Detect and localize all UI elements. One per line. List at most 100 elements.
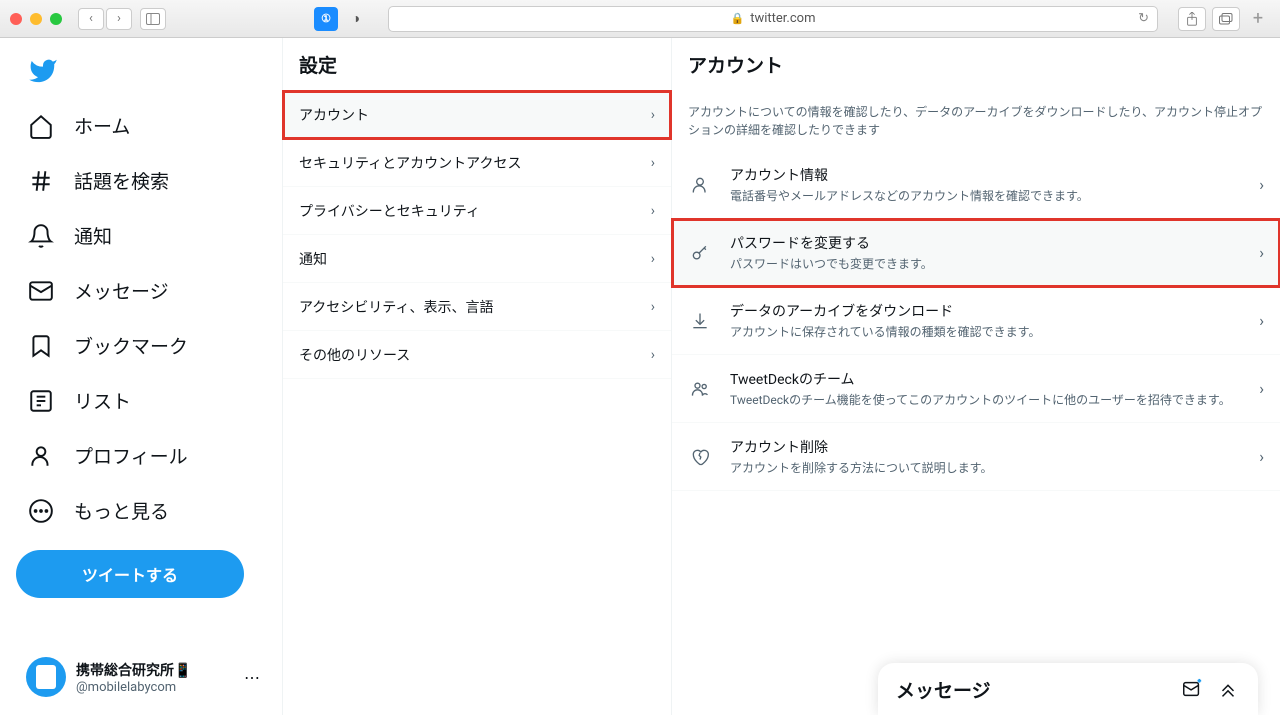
new-message-icon[interactable] [1180, 677, 1204, 701]
detail-title: パスワードを変更する [730, 233, 1241, 253]
settings-item-account[interactable]: アカウント › [283, 91, 671, 139]
settings-item-label: アカウント [299, 105, 369, 125]
profile-menu[interactable]: 携帯総合研究所📱 @mobilelabycom ⋯ [16, 649, 270, 705]
back-button[interactable]: ‹ [78, 8, 104, 30]
maximize-window[interactable] [50, 13, 62, 25]
nav-label: もっと見る [74, 497, 169, 524]
detail-column: アカウント アカウントについての情報を確認したり、データのアーカイブをダウンロー… [672, 38, 1280, 715]
settings-item-notifications[interactable]: 通知 › [283, 235, 671, 283]
detail-title: アカウント削除 [730, 437, 1241, 457]
url-text: twitter.com [750, 11, 815, 26]
hash-icon [28, 168, 54, 194]
avatar [26, 657, 66, 697]
chevron-right-icon: › [651, 203, 655, 219]
chevron-right-icon: › [1259, 311, 1264, 330]
close-window[interactable] [10, 13, 22, 25]
detail-sub: パスワードはいつでも変更できます。 [730, 255, 1241, 272]
nav-explore[interactable]: 話題を検索 [16, 155, 270, 206]
chevron-right-icon: › [651, 299, 655, 315]
sidebar-toggle[interactable] [140, 8, 166, 30]
list-icon [28, 388, 54, 414]
nav-buttons: ‹ › [78, 8, 166, 30]
settings-column: 設定 アカウント › セキュリティとアカウントアクセス › プライバシーとセキュ… [282, 38, 672, 715]
bookmark-icon [28, 333, 54, 359]
key-icon [688, 241, 712, 265]
detail-item-tweetdeck-teams[interactable]: TweetDeckのチーム TweetDeckのチーム機能を使ってこのアカウント… [672, 355, 1280, 423]
chevron-right-icon: › [1259, 175, 1264, 194]
profile-handle: @mobilelabycom [76, 680, 234, 695]
nav-notifications[interactable]: 通知 [16, 210, 270, 261]
expand-up-icon[interactable] [1216, 677, 1240, 701]
nav-label: メッセージ [74, 277, 169, 304]
nav-label: ホーム [74, 112, 130, 139]
nav-messages[interactable]: メッセージ [16, 265, 270, 316]
user-icon [28, 443, 54, 469]
reload-icon[interactable]: ↻ [1138, 11, 1149, 26]
settings-item-resources[interactable]: その他のリソース › [283, 331, 671, 379]
settings-item-accessibility[interactable]: アクセシビリティ、表示、言語 › [283, 283, 671, 331]
twitter-logo[interactable] [28, 56, 58, 86]
profile-name: 携帯総合研究所📱 [76, 660, 234, 680]
users-icon [688, 377, 712, 401]
settings-header: 設定 [283, 38, 671, 91]
url-bar[interactable]: 🔒 twitter.com ↻ [388, 6, 1158, 32]
lock-icon: 🔒 [731, 12, 745, 25]
detail-title: アカウント情報 [730, 165, 1241, 185]
nav-profile[interactable]: プロフィール [16, 430, 270, 481]
more-icon: ⋯ [244, 668, 260, 687]
detail-item-download-archive[interactable]: データのアーカイブをダウンロード アカウントに保存されている情報の種類を確認でき… [672, 287, 1280, 355]
extension-icons: ① ◑ [314, 7, 368, 31]
settings-item-label: アクセシビリティ、表示、言語 [299, 297, 493, 317]
message-dock[interactable]: メッセージ [878, 663, 1258, 715]
privacy-shield-icon[interactable]: ◑ [344, 7, 368, 31]
bell-icon [28, 223, 54, 249]
detail-item-change-password[interactable]: パスワードを変更する パスワードはいつでも変更できます。 › [672, 219, 1280, 287]
chevron-right-icon: › [651, 347, 655, 363]
nav-lists[interactable]: リスト [16, 375, 270, 426]
message-dock-title: メッセージ [896, 676, 1168, 703]
share-button[interactable] [1178, 7, 1206, 31]
onepassword-icon[interactable]: ① [314, 7, 338, 31]
detail-description: アカウントについての情報を確認したり、データのアーカイブをダウンロードしたり、ア… [672, 91, 1280, 151]
detail-header: アカウント [672, 38, 1280, 91]
left-nav: ホーム 話題を検索 通知 メッセージ ブックマーク リスト [0, 38, 282, 715]
download-icon [688, 309, 712, 333]
nav-more[interactable]: もっと見る [16, 485, 270, 536]
chevron-right-icon: › [1259, 379, 1264, 398]
settings-item-security[interactable]: セキュリティとアカウントアクセス › [283, 139, 671, 187]
toolbar-right: + [1178, 7, 1270, 31]
nav-bookmarks[interactable]: ブックマーク [16, 320, 270, 371]
nav-home[interactable]: ホーム [16, 100, 270, 151]
tweet-button[interactable]: ツイートする [16, 550, 244, 598]
heartbreak-icon [688, 445, 712, 469]
minimize-window[interactable] [30, 13, 42, 25]
nav-label: プロフィール [74, 442, 188, 469]
settings-item-label: セキュリティとアカウントアクセス [299, 153, 521, 173]
detail-sub: TweetDeckのチーム機能を使ってこのアカウントのツイートに他のユーザーを招… [730, 391, 1241, 408]
more-circle-icon [28, 498, 54, 524]
detail-item-deactivate[interactable]: アカウント削除 アカウントを削除する方法について説明します。 › [672, 423, 1280, 491]
nav-label: ブックマーク [74, 332, 188, 359]
chevron-right-icon: › [1259, 447, 1264, 466]
detail-title: データのアーカイブをダウンロード [730, 301, 1241, 321]
detail-sub: アカウントに保存されている情報の種類を確認できます。 [730, 323, 1241, 340]
mail-icon [28, 278, 54, 304]
detail-item-account-info[interactable]: アカウント情報 電話番号やメールアドレスなどのアカウント情報を確認できます。 › [672, 151, 1280, 219]
settings-item-label: プライバシーとセキュリティ [299, 201, 480, 221]
new-tab-button[interactable]: + [1246, 7, 1270, 31]
tabs-button[interactable] [1212, 7, 1240, 31]
home-icon [28, 113, 54, 139]
window-controls [10, 13, 62, 25]
nav-label: リスト [74, 387, 131, 414]
chevron-right-icon: › [1259, 243, 1264, 262]
twitter-app: ホーム 話題を検索 通知 メッセージ ブックマーク リスト [0, 38, 1280, 715]
settings-item-label: 通知 [299, 249, 327, 269]
detail-title: TweetDeckのチーム [730, 369, 1241, 389]
detail-sub: 電話番号やメールアドレスなどのアカウント情報を確認できます。 [730, 187, 1241, 204]
chevron-right-icon: › [651, 107, 655, 123]
settings-item-privacy[interactable]: プライバシーとセキュリティ › [283, 187, 671, 235]
chevron-right-icon: › [651, 155, 655, 171]
nav-label: 通知 [74, 222, 112, 249]
browser-chrome: ‹ › ① ◑ 🔒 twitter.com ↻ + [0, 0, 1280, 38]
forward-button[interactable]: › [106, 8, 132, 30]
